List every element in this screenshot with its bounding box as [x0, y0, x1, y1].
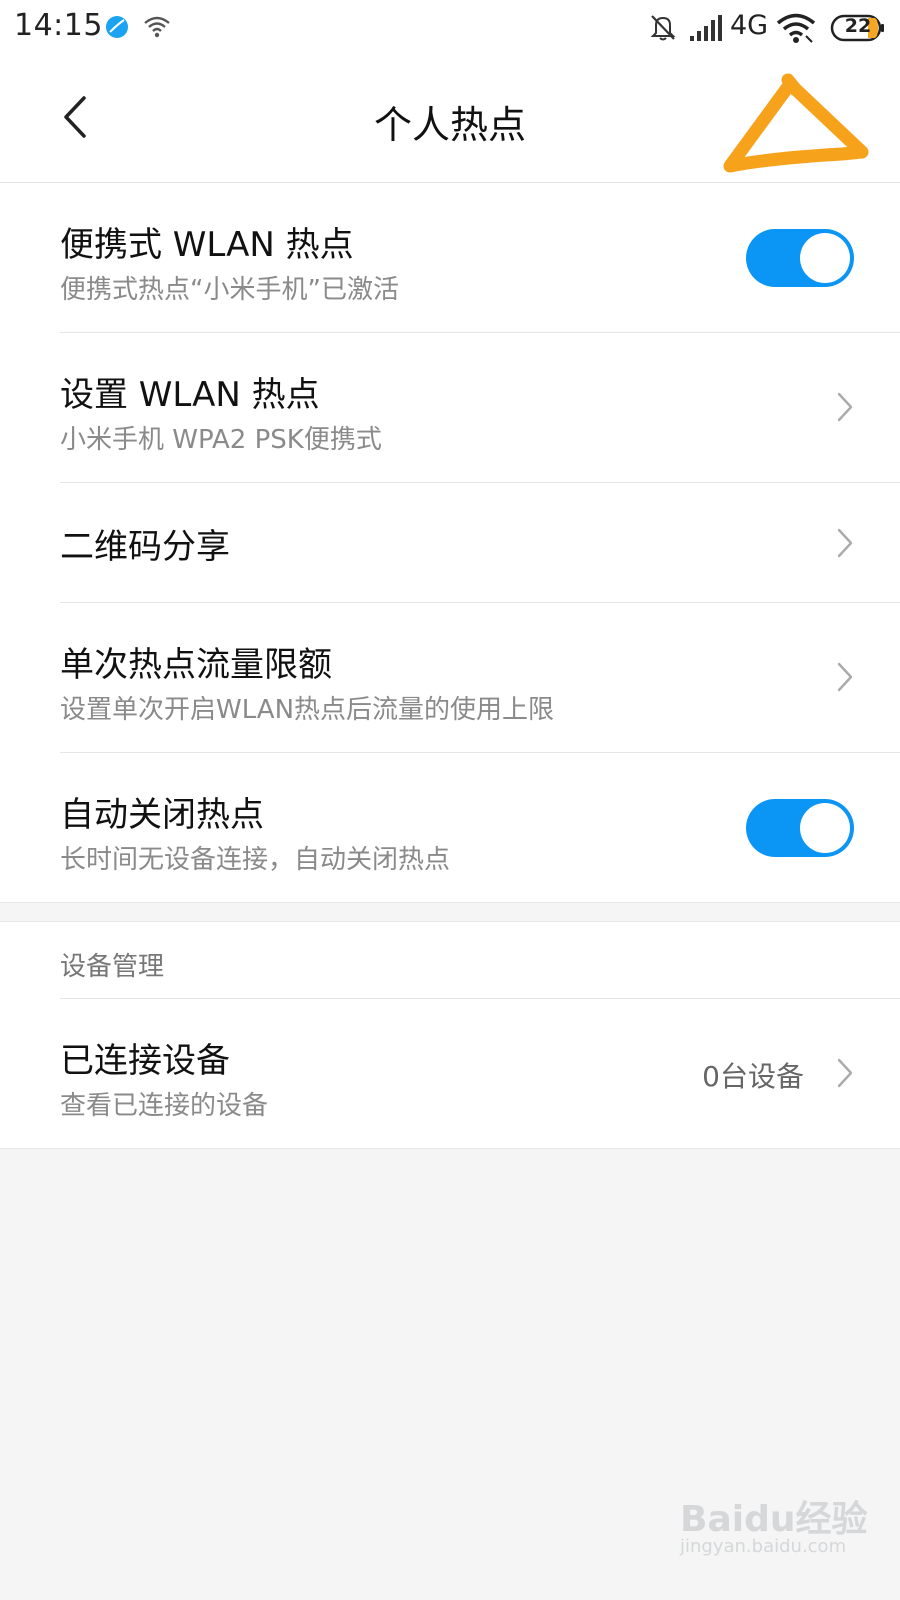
settings-group: 便携式 WLAN 热点 便携式热点“小米手机”已激活 设置 WLAN 热点 小米… — [0, 183, 900, 902]
bell-muted-icon — [650, 15, 676, 41]
toggle-knob — [800, 233, 850, 283]
section-header: 设备管理 — [60, 922, 900, 999]
header: 个人热点 — [0, 56, 900, 182]
row-subtitle: 便携式热点“小米手机”已激活 — [60, 275, 399, 305]
auto-close-toggle[interactable] — [746, 799, 854, 857]
portable-hotspot-toggle[interactable] — [746, 229, 854, 287]
baidu-watermark: Baidu经验 jingyan.baidu.com — [680, 1490, 880, 1580]
chevron-right-icon — [837, 1058, 853, 1088]
row-title: 自动关闭热点 — [60, 795, 264, 835]
row-auto-close[interactable]: 自动关闭热点 长时间无设备连接，自动关闭热点 — [60, 753, 900, 902]
status-bar: 14:15 4G 22 — [0, 0, 900, 56]
app-notification-icon — [106, 16, 128, 38]
chevron-right-icon — [837, 662, 853, 692]
row-subtitle: 查看已连接的设备 — [60, 1091, 269, 1121]
toggle-knob — [800, 803, 850, 853]
row-subtitle: 设置单次开启WLAN热点后流量的使用上限 — [60, 695, 555, 725]
top-area: 14:15 4G 22 个人热点 — [0, 0, 900, 183]
row-title: 设置 WLAN 热点 — [60, 375, 320, 415]
watermark-url: jingyan.baidu.com — [680, 1536, 847, 1557]
row-title: 已连接设备 — [60, 1041, 230, 1081]
row-title: 二维码分享 — [60, 527, 230, 567]
wifi-icon — [776, 13, 816, 43]
row-connected-devices[interactable]: 已连接设备 查看已连接的设备 0台设备 — [60, 999, 900, 1148]
section-label: 设备管理 — [60, 952, 165, 982]
chevron-right-icon — [837, 392, 853, 422]
section-divider — [0, 902, 900, 922]
connected-device-count: 0台设备 — [702, 1060, 804, 1093]
row-subtitle: 长时间无设备连接，自动关闭热点 — [60, 845, 451, 875]
row-portable-hotspot[interactable]: 便携式 WLAN 热点 便携式热点“小米手机”已激活 — [60, 183, 900, 333]
chevron-right-icon — [837, 528, 853, 558]
status-time: 14:15 — [14, 8, 103, 43]
row-data-limit[interactable]: 单次热点流量限额 设置单次开启WLAN热点后流量的使用上限 — [60, 603, 900, 753]
signal-bars-icon — [690, 15, 722, 41]
network-type: 4G — [730, 10, 769, 41]
wifi-hotspot-icon — [144, 16, 170, 38]
row-title: 单次热点流量限额 — [60, 645, 332, 685]
device-management-group: 设备管理 已连接设备 查看已连接的设备 0台设备 — [0, 922, 900, 1149]
row-subtitle: 小米手机 WPA2 PSK便携式 — [60, 425, 382, 455]
row-setup-hotspot[interactable]: 设置 WLAN 热点 小米手机 WPA2 PSK便携式 — [60, 333, 900, 483]
row-title: 便携式 WLAN 热点 — [60, 225, 354, 265]
row-qr-share[interactable]: 二维码分享 — [60, 483, 900, 603]
battery-level: 22 — [844, 15, 872, 37]
watermark-brand: Baidu经验 — [680, 1499, 868, 1540]
annotation-triangle — [723, 73, 869, 173]
